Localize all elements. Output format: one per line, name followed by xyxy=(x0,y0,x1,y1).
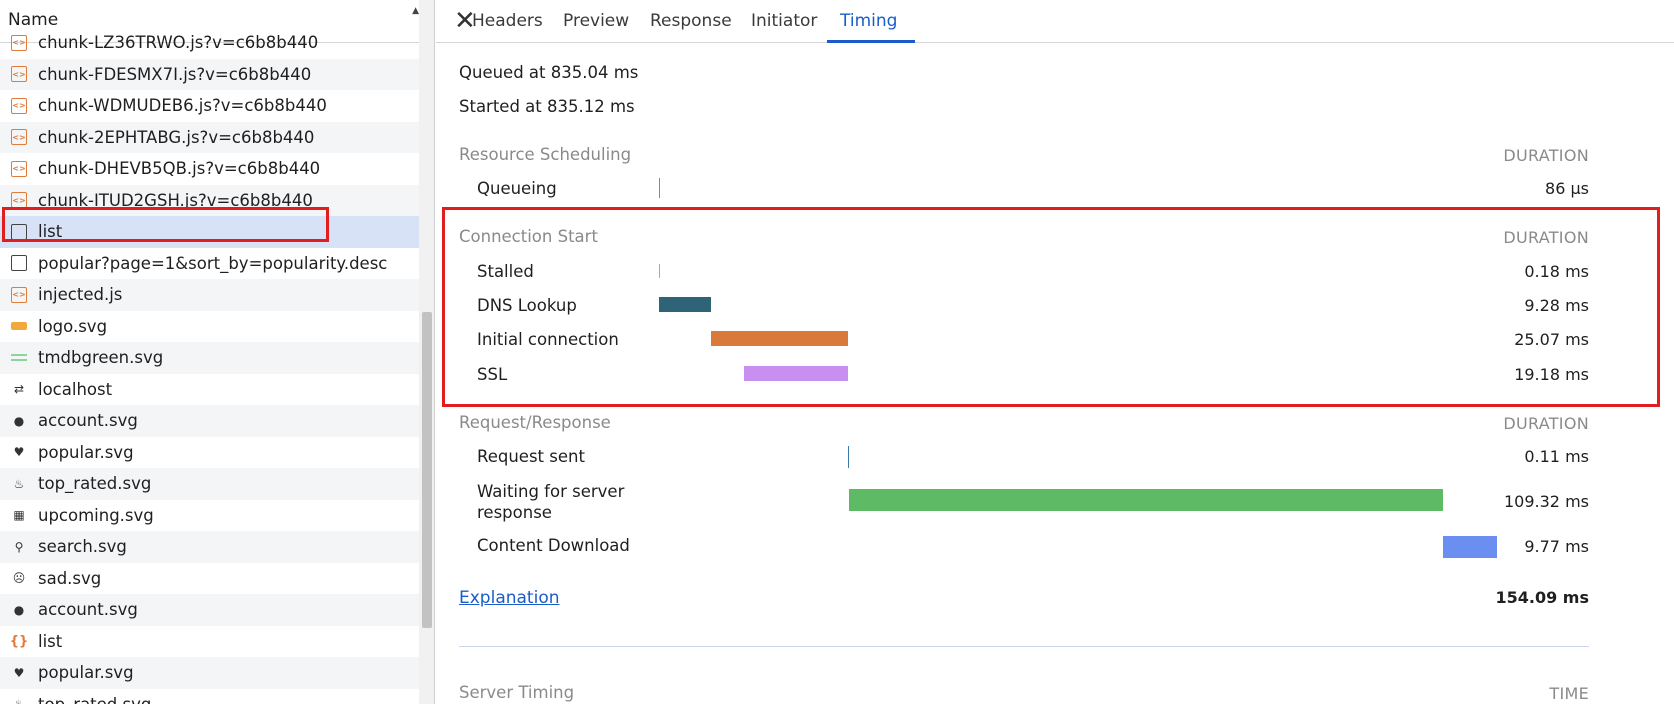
duration-column-header: DURATION xyxy=(1503,414,1589,433)
server-timing-time-header: TIME xyxy=(1549,684,1589,703)
timing-label-request-sent: Request sent xyxy=(477,447,585,466)
section-title-request-response: Request/Response xyxy=(459,413,611,432)
timing-bar-content-download xyxy=(1443,536,1497,558)
timing-value-content-download: 9.77 ms xyxy=(1524,537,1589,556)
search-icon: ⚲ xyxy=(14,539,24,554)
script-icon: <> xyxy=(11,160,27,177)
timing-value-queueing: 86 µs xyxy=(1545,179,1589,198)
calendar-icon: ▦ xyxy=(13,508,25,523)
request-name: sad.svg xyxy=(38,568,102,588)
queued-at-text: Queued at 835.04 ms xyxy=(459,63,639,82)
section-title-resource-scheduling: Resource Scheduling xyxy=(459,145,632,164)
timing-label-waiting-for-server-response: Waiting for server response xyxy=(477,482,625,522)
started-at-text: Started at 835.12 ms xyxy=(459,97,635,116)
total-duration-value: 154.09 ms xyxy=(1495,588,1589,607)
script-icon: <> xyxy=(11,286,27,303)
request-row[interactable]: <> chunk-DHEVB5QB.js?v=c6b8b440 xyxy=(0,153,419,185)
timing-bar-request-sent xyxy=(848,446,849,468)
sad-face-icon: ☹ xyxy=(12,571,26,586)
request-name: popular?page=1&sort_by=popularity.desc xyxy=(38,253,388,273)
request-row[interactable]: popular?page=1&sort_by=popularity.desc xyxy=(0,248,419,280)
timing-bar-queueing xyxy=(659,178,660,198)
scrollbar-thumb[interactable] xyxy=(422,312,432,628)
request-name: tmdbgreen.svg xyxy=(38,348,164,368)
timing-value-request-sent: 0.11 ms xyxy=(1524,447,1589,466)
script-icon: <> xyxy=(11,97,27,114)
request-row[interactable]: ▦ upcoming.svg xyxy=(0,500,419,532)
script-icon: <> xyxy=(11,34,27,51)
tab-headers[interactable]: Headers xyxy=(472,11,543,31)
account-icon: ● xyxy=(13,413,25,428)
timing-label-queueing: Queueing xyxy=(477,179,557,198)
flame-icon: ♨ xyxy=(13,476,25,491)
flame-icon: ♨ xyxy=(11,696,27,704)
timing-bar-waiting-for-server-response xyxy=(849,489,1443,511)
tab-timing[interactable]: Timing xyxy=(840,11,897,31)
request-name: localhost xyxy=(38,379,113,399)
request-row[interactable]: ♨ top_rated.svg xyxy=(0,468,419,500)
explanation-link[interactable]: Explanation xyxy=(459,588,560,608)
heart-icon: ♥ xyxy=(13,665,25,680)
request-row[interactable]: ● account.svg xyxy=(0,405,419,437)
request-row[interactable]: ♥ popular.svg xyxy=(0,657,419,689)
request-name: chunk-DHEVB5QB.js?v=c6b8b440 xyxy=(38,159,321,179)
section-title-server-timing: Server Timing xyxy=(459,683,575,702)
json-icon: {} xyxy=(9,633,29,649)
request-row[interactable]: <> chunk-2EPHTABG.js?v=c6b8b440 xyxy=(0,121,419,153)
request-name: top_rated.svg xyxy=(38,695,151,704)
request-name: list xyxy=(38,631,63,651)
request-row[interactable]: <> injected.js xyxy=(0,279,419,311)
script-icon: <> xyxy=(11,66,27,83)
redirect-icon: ⇄ xyxy=(13,382,25,397)
request-list-panel: Name ▲ <> chunk-LZ36TRWO.js?v=c6b8b440 <> c… xyxy=(0,0,435,704)
account-icon: ● xyxy=(13,602,25,617)
request-row[interactable]: logo.svg xyxy=(0,311,419,343)
tab-response[interactable]: Response xyxy=(650,11,732,31)
request-row[interactable]: ● account.svg xyxy=(0,594,419,626)
request-row[interactable]: ☹ sad.svg xyxy=(0,563,419,595)
highlight-box-selected-request xyxy=(2,207,329,242)
request-list: <> chunk-LZ36TRWO.js?v=c6b8b440 <> chunk-FD… xyxy=(0,27,419,704)
image-green-icon xyxy=(11,354,27,362)
section-divider xyxy=(459,646,1589,647)
tab-initiator[interactable]: Initiator xyxy=(751,11,817,31)
request-row[interactable]: ♥ popular.svg xyxy=(0,437,419,469)
request-name: upcoming.svg xyxy=(38,505,154,525)
request-name: account.svg xyxy=(38,600,138,620)
highlight-box-connection-start xyxy=(442,207,1660,407)
request-row[interactable]: <> chunk-LZ36TRWO.js?v=c6b8b440 xyxy=(0,27,419,59)
request-name: search.svg xyxy=(38,537,127,557)
request-row[interactable]: ♨ top_rated.svg xyxy=(0,689,419,704)
request-name: chunk-WDMUDEB6.js?v=c6b8b440 xyxy=(38,96,327,116)
document-icon xyxy=(11,255,27,272)
active-tab-indicator xyxy=(827,40,915,43)
request-row[interactable]: tmdbgreen.svg xyxy=(0,342,419,374)
timing-value-waiting-for-server-response: 109.32 ms xyxy=(1504,492,1589,511)
timing-label-content-download: Content Download xyxy=(477,536,630,555)
request-row[interactable]: {} list xyxy=(0,626,419,658)
request-name: chunk-LZ36TRWO.js?v=c6b8b440 xyxy=(38,33,319,53)
image-icon xyxy=(11,322,27,331)
request-name: chunk-2EPHTABG.js?v=c6b8b440 xyxy=(38,127,315,147)
request-name: injected.js xyxy=(38,285,123,305)
script-icon: <> xyxy=(11,129,27,146)
request-row[interactable]: ⚲ search.svg xyxy=(0,531,419,563)
request-row[interactable]: ⇄ localhost xyxy=(0,374,419,406)
request-name: top_rated.svg xyxy=(38,474,152,494)
sort-ascending-icon[interactable]: ▲ xyxy=(412,6,419,16)
request-name: logo.svg xyxy=(38,316,108,336)
request-name: chunk-FDESMX7I.js?v=c6b8b440 xyxy=(38,64,312,84)
duration-column-header: DURATION xyxy=(1503,146,1589,165)
request-name: popular.svg xyxy=(38,663,134,683)
details-tab-bar: ✕ Headers Preview Response Initiator Tim… xyxy=(436,0,1674,43)
request-row[interactable]: <> chunk-FDESMX7I.js?v=c6b8b440 xyxy=(0,58,419,90)
script-icon: <> xyxy=(11,192,27,209)
heart-icon: ♥ xyxy=(13,445,25,460)
request-name: popular.svg xyxy=(38,442,134,462)
request-row[interactable]: <> chunk-WDMUDEB6.js?v=c6b8b440 xyxy=(0,90,419,122)
tab-preview[interactable]: Preview xyxy=(563,11,629,31)
request-name: account.svg xyxy=(38,411,138,431)
